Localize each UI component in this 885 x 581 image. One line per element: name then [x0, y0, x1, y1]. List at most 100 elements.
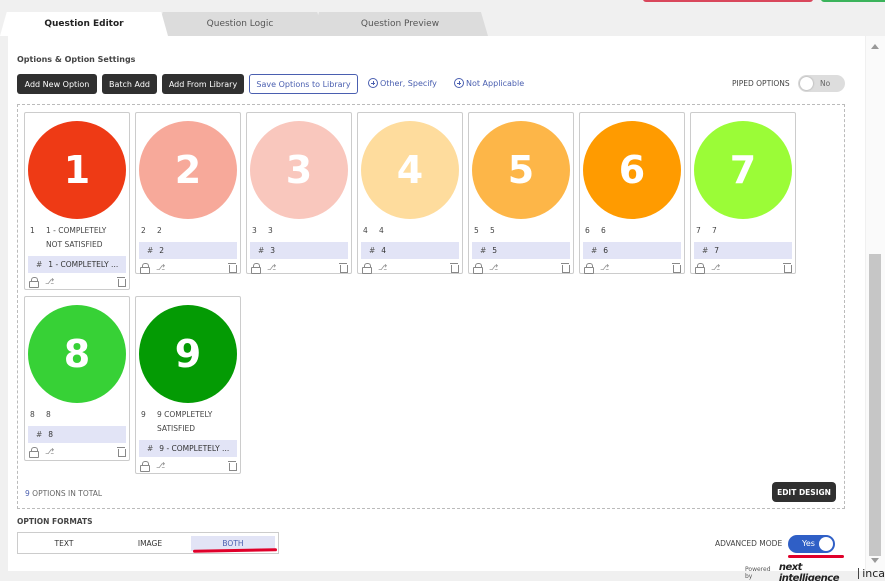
advanced-mode-label: ADVANCED MODE: [715, 539, 783, 548]
option-label: 5: [490, 226, 495, 235]
batch-add-button[interactable]: Batch Add: [102, 74, 157, 94]
scroll-up-arrow-icon[interactable]: [871, 44, 879, 49]
footer-branding: Powered by next intelligence inca: [745, 562, 885, 581]
option-actions: ⎇: [469, 262, 573, 276]
tab-question-editor[interactable]: Question Editor: [0, 12, 168, 36]
option-card[interactable]: 3 3 3 # 3 ⎇: [246, 112, 352, 274]
lock-icon[interactable]: [29, 277, 39, 288]
annotation-underline: [788, 555, 844, 558]
option-tag-field[interactable]: # 2: [139, 242, 237, 259]
option-meta: 6 6: [580, 219, 684, 238]
option-actions: ⎇: [136, 460, 240, 474]
option-tag-field[interactable]: # 1 - COMPLETELY ...: [28, 256, 126, 273]
lock-icon[interactable]: [29, 447, 39, 458]
lock-icon[interactable]: [362, 263, 372, 274]
option-card[interactable]: 4 4 4 # 4 ⎇: [357, 112, 463, 274]
option-card[interactable]: 7 7 7 # 7 ⎇: [690, 112, 796, 274]
option-meta: 7 7: [691, 219, 795, 238]
add-from-library-button[interactable]: Add From Library: [162, 74, 244, 94]
format-text-option[interactable]: TEXT: [20, 536, 108, 551]
option-label: 6: [601, 226, 606, 235]
option-card[interactable]: 5 5 5 # 5 ⎇: [468, 112, 574, 274]
scroll-thumb[interactable]: [869, 254, 881, 556]
vertical-scrollbar[interactable]: [866, 36, 885, 571]
option-number: 6: [618, 148, 646, 192]
option-card[interactable]: 8 8 8 # 8 ⎇: [24, 296, 130, 461]
option-image: 7: [694, 121, 792, 219]
piped-options-toggle[interactable]: No: [798, 75, 845, 92]
option-card[interactable]: 6 6 6 # 6 ⎇: [579, 112, 685, 274]
hash-icon: #: [36, 260, 43, 269]
trash-icon[interactable]: [783, 263, 792, 273]
advanced-mode-toggle[interactable]: Yes: [788, 535, 835, 553]
option-card[interactable]: 9 9 9 COMPLETELY SATISFIED # 9 - COMPLET…: [135, 296, 241, 474]
trash-icon[interactable]: [672, 263, 681, 273]
option-actions: ⎇: [136, 262, 240, 276]
branch-icon[interactable]: ⎇: [378, 263, 387, 272]
option-label: 1 - COMPLETELY NOT SATISFIED: [46, 226, 107, 249]
hash-icon: #: [147, 444, 154, 453]
plus-circle-icon: [454, 78, 464, 88]
option-tag-field[interactable]: # 9 - COMPLETELY ...: [139, 440, 237, 457]
trash-icon[interactable]: [228, 263, 237, 273]
branch-icon[interactable]: ⎇: [156, 263, 165, 272]
options-total: 9 OPTIONS IN TOTAL: [25, 489, 102, 498]
trash-icon[interactable]: [117, 447, 126, 457]
tab-question-preview[interactable]: Question Preview: [312, 12, 488, 36]
option-tag-field[interactable]: # 7: [694, 242, 792, 259]
hash-icon: #: [258, 246, 265, 255]
branch-icon[interactable]: ⎇: [156, 461, 165, 470]
option-actions: ⎇: [25, 446, 129, 460]
option-meta: 3 3: [247, 219, 351, 238]
add-new-option-button[interactable]: Add New Option: [17, 74, 97, 94]
option-image: 3: [250, 121, 348, 219]
branch-icon[interactable]: ⎇: [45, 447, 54, 456]
top-green-button[interactable]: [821, 0, 885, 2]
not-applicable-label: Not Applicable: [466, 78, 525, 88]
tab-question-logic[interactable]: Question Logic: [156, 12, 324, 36]
piped-options-label: PIPED OPTIONS: [732, 79, 790, 88]
branch-icon[interactable]: ⎇: [600, 263, 609, 272]
save-options-to-library-button[interactable]: Save Options to Library: [249, 74, 358, 94]
option-number: 3: [285, 148, 313, 192]
lock-icon[interactable]: [140, 263, 150, 274]
branch-icon[interactable]: ⎇: [489, 263, 498, 272]
option-tag-field[interactable]: # 6: [583, 242, 681, 259]
top-red-button[interactable]: [643, 0, 813, 2]
option-label: 8: [46, 410, 51, 419]
option-image: 2: [139, 121, 237, 219]
trash-icon[interactable]: [450, 263, 459, 273]
lock-icon[interactable]: [584, 263, 594, 274]
option-tag-field[interactable]: # 8: [28, 426, 126, 443]
option-card[interactable]: 2 2 2 # 2 ⎇: [135, 112, 241, 274]
branch-icon[interactable]: ⎇: [711, 263, 720, 272]
option-meta: 9 9 COMPLETELY SATISFIED: [136, 403, 240, 436]
trash-icon[interactable]: [117, 277, 126, 287]
lock-icon[interactable]: [140, 461, 150, 472]
lock-icon[interactable]: [473, 263, 483, 274]
lock-icon[interactable]: [695, 263, 705, 274]
branch-icon[interactable]: ⎇: [267, 263, 276, 272]
option-number: 7: [729, 148, 757, 192]
option-number: 8: [63, 332, 91, 376]
option-actions: ⎇: [691, 262, 795, 276]
trash-icon[interactable]: [228, 461, 237, 471]
option-tag-field[interactable]: # 3: [250, 242, 348, 259]
lock-icon[interactable]: [251, 263, 261, 274]
edit-design-button[interactable]: EDIT DESIGN: [772, 482, 836, 502]
option-tag-text: 7: [714, 246, 720, 255]
options-total-suffix: OPTIONS IN TOTAL: [32, 489, 103, 498]
option-tag-field[interactable]: # 4: [361, 242, 459, 259]
format-image-option[interactable]: IMAGE: [106, 536, 194, 551]
other-specify-link[interactable]: Other, Specify: [368, 78, 437, 88]
option-code: 4: [363, 226, 368, 235]
option-number: 4: [396, 148, 424, 192]
option-actions: ⎇: [247, 262, 351, 276]
option-image: 4: [361, 121, 459, 219]
not-applicable-link[interactable]: Not Applicable: [454, 78, 524, 88]
branch-icon[interactable]: ⎇: [45, 277, 54, 286]
trash-icon[interactable]: [339, 263, 348, 273]
trash-icon[interactable]: [561, 263, 570, 273]
option-card[interactable]: 1 1 1 - COMPLETELY NOT SATISFIED # 1 - C…: [24, 112, 130, 290]
option-tag-field[interactable]: # 5: [472, 242, 570, 259]
